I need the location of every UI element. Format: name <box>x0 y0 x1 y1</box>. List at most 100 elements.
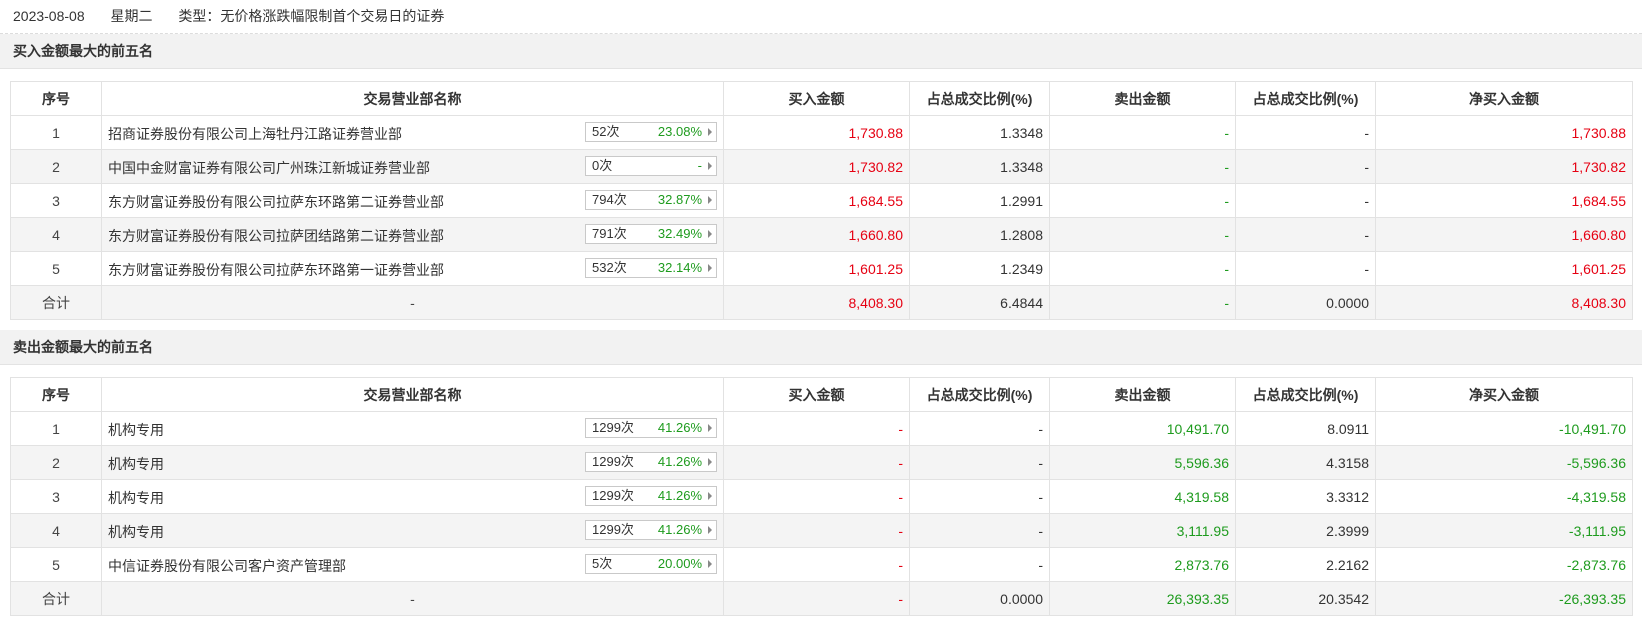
sell-ratio: - <box>1235 183 1376 218</box>
table-row: 3 机构专用 1299次 41.26% - -4,319.58 3.3312 -4,319.5… <box>10 479 1633 514</box>
branch-name-cell: 东方财富证券股份有限公司拉萨东环路第一证券营业部 532次 32.14% <box>101 251 724 286</box>
trade-stat-button[interactable]: 532次 32.14% <box>585 258 717 278</box>
trade-count: 1299次 <box>592 454 634 469</box>
branch-name-cell: 东方财富证券股份有限公司拉萨东环路第二证券营业部 794次 32.87% <box>101 183 724 218</box>
win-rate: 32.49% <box>657 226 702 241</box>
trade-stat-button[interactable]: 1299次 41.26% <box>585 418 717 438</box>
branch-name[interactable]: 东方财富证券股份有限公司拉萨东环路第一证券营业部 <box>108 260 444 280</box>
trade-stat-button[interactable]: 794次 32.87% <box>585 190 717 210</box>
net-buy-amount: 1,660.80 <box>1375 217 1633 252</box>
total-name: - <box>101 285 724 320</box>
buy-ratio: 1.3348 <box>909 149 1050 184</box>
buy-amount: 1,730.88 <box>723 115 910 150</box>
net-buy-amount: -2,873.76 <box>1375 547 1633 582</box>
branch-name[interactable]: 东方财富证券股份有限公司拉萨团结路第二证券营业部 <box>108 226 444 246</box>
branch-name[interactable]: 机构专用 <box>108 522 164 542</box>
buy-amount: 1,601.25 <box>723 251 910 286</box>
win-rate: 32.14% <box>657 260 702 275</box>
branch-name-cell: 机构专用 1299次 41.26% <box>101 513 724 548</box>
buy-ratio: - <box>909 445 1050 480</box>
branch-name[interactable]: 机构专用 <box>108 454 164 474</box>
net-buy-amount: -5,596.36 <box>1375 445 1633 480</box>
trade-count: 1299次 <box>592 522 634 537</box>
trade-count: 1299次 <box>592 420 634 435</box>
caret-right-icon <box>708 560 712 568</box>
branch-name[interactable]: 机构专用 <box>108 420 164 440</box>
row-index: 1 <box>10 115 102 150</box>
branch-name[interactable]: 招商证券股份有限公司上海牡丹江路证券营业部 <box>108 124 402 144</box>
branch-name[interactable]: 中信证券股份有限公司客户资产管理部 <box>108 556 346 576</box>
buy-amount: 1,660.80 <box>723 217 910 252</box>
trade-count: 791次 <box>592 226 627 241</box>
total-sell-ratio: 0.0000 <box>1235 285 1376 320</box>
buy-ratio: 1.2808 <box>909 217 1050 252</box>
col-branch-name: 交易营业部名称 <box>101 81 724 116</box>
row-index: 5 <box>10 251 102 286</box>
total-label: 合计 <box>10 285 102 320</box>
win-rate: 23.08% <box>657 124 702 139</box>
buy-ratio: - <box>909 411 1050 446</box>
sell-ratio: - <box>1235 217 1376 252</box>
trade-count: 1299次 <box>592 488 634 503</box>
trade-stat-button[interactable]: 1299次 41.26% <box>585 452 717 472</box>
page-info-line: 2023-08-08 星期二 类型：无价格涨跌幅限制首个交易日的证券 <box>0 0 1642 34</box>
row-index: 4 <box>10 217 102 252</box>
buy-amount: 1,730.82 <box>723 149 910 184</box>
net-buy-amount: -10,491.70 <box>1375 411 1633 446</box>
branch-name[interactable]: 中国中金财富证券有限公司广州珠江新城证券营业部 <box>108 158 430 178</box>
col-buy-amount: 买入金额 <box>723 377 910 412</box>
total-net-buy: 8,408.30 <box>1375 285 1633 320</box>
buy-ratio: - <box>909 547 1050 582</box>
sell-amount: 5,596.36 <box>1049 445 1236 480</box>
caret-right-icon <box>708 458 712 466</box>
net-buy-amount: 1,684.55 <box>1375 183 1633 218</box>
trade-stat-button[interactable]: 791次 32.49% <box>585 224 717 244</box>
col-sell-ratio: 占总成交比例(%) <box>1235 81 1376 116</box>
trade-stat-button[interactable]: 5次 20.00% <box>585 554 717 574</box>
branch-name-cell: 机构专用 1299次 41.26% <box>101 411 724 446</box>
col-buy-ratio: 占总成交比例(%) <box>909 81 1050 116</box>
sell-section-title: 卖出金额最大的前五名 <box>0 330 1642 365</box>
table-row: 3 东方财富证券股份有限公司拉萨东环路第二证券营业部 794次 32.87% 1,684… <box>10 183 1633 218</box>
net-buy-amount: 1,601.25 <box>1375 251 1633 286</box>
trade-stat-button[interactable]: 1299次 41.26% <box>585 520 717 540</box>
caret-right-icon <box>708 492 712 500</box>
security-type: 类型：无价格涨跌幅限制首个交易日的证券 <box>178 8 445 24</box>
col-buy-amount: 买入金额 <box>723 81 910 116</box>
table-header-row: 序号 交易营业部名称 买入金额 占总成交比例(%) 卖出金额 占总成交比例(%)… <box>10 377 1633 412</box>
branch-name[interactable]: 东方财富证券股份有限公司拉萨东环路第二证券营业部 <box>108 192 444 212</box>
buy-top5-table: 序号 交易营业部名称 买入金额 占总成交比例(%) 卖出金额 占总成交比例(%)… <box>10 81 1633 320</box>
win-rate: 20.00% <box>657 556 702 571</box>
row-index: 2 <box>10 445 102 480</box>
branch-name-cell: 中国中金财富证券有限公司广州珠江新城证券营业部 0次 - <box>101 149 724 184</box>
net-buy-amount: 1,730.88 <box>1375 115 1633 150</box>
sell-top5-table: 序号 交易营业部名称 买入金额 占总成交比例(%) 卖出金额 占总成交比例(%)… <box>10 377 1633 616</box>
net-buy-amount: 1,730.82 <box>1375 149 1633 184</box>
row-index: 3 <box>10 183 102 218</box>
net-buy-amount: -4,319.58 <box>1375 479 1633 514</box>
trade-stat-button[interactable]: 0次 - <box>585 156 717 176</box>
branch-name[interactable]: 机构专用 <box>108 488 164 508</box>
buy-ratio: - <box>909 513 1050 548</box>
row-index: 5 <box>10 547 102 582</box>
trade-stat-button[interactable]: 52次 23.08% <box>585 122 717 142</box>
branch-name-cell: 机构专用 1299次 41.26% <box>101 479 724 514</box>
table-row: 4 机构专用 1299次 41.26% - -3,111.95 2.3999 -3,111.9… <box>10 513 1633 548</box>
win-rate: 41.26% <box>657 488 702 503</box>
col-sell-amount: 卖出金额 <box>1049 81 1236 116</box>
sell-amount: 2,873.76 <box>1049 547 1236 582</box>
col-sell-ratio: 占总成交比例(%) <box>1235 377 1376 412</box>
sell-amount: - <box>1049 115 1236 150</box>
buy-amount: 1,684.55 <box>723 183 910 218</box>
table-row: 5 东方财富证券股份有限公司拉萨东环路第一证券营业部 532次 32.14% 1,601… <box>10 251 1633 286</box>
sell-amount: - <box>1049 183 1236 218</box>
sell-ratio: 3.3312 <box>1235 479 1376 514</box>
table-row: 1 机构专用 1299次 41.26% - -10,491.70 8.0911 -10,491… <box>10 411 1633 446</box>
col-index: 序号 <box>10 81 102 116</box>
trade-stat-button[interactable]: 1299次 41.26% <box>585 486 717 506</box>
row-index: 4 <box>10 513 102 548</box>
win-rate: 32.87% <box>657 192 702 207</box>
buy-amount: - <box>723 513 910 548</box>
sell-ratio: 4.3158 <box>1235 445 1376 480</box>
col-buy-ratio: 占总成交比例(%) <box>909 377 1050 412</box>
